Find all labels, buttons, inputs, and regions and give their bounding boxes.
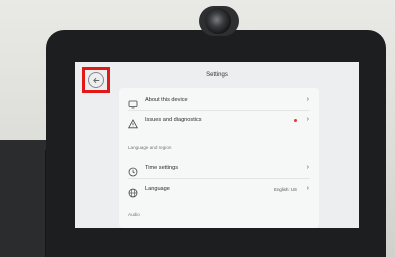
divider xyxy=(128,110,310,111)
chevron-right-icon: › xyxy=(306,116,309,123)
divider xyxy=(128,178,310,179)
language-value: English: US xyxy=(274,187,297,192)
back-button[interactable] xyxy=(82,67,110,93)
settings-item-diagnostics[interactable]: Issues and diagnostics › xyxy=(119,112,319,130)
page-title: Settings xyxy=(206,72,228,78)
camera-lens xyxy=(205,8,231,34)
settings-item-about[interactable]: About this device › xyxy=(119,92,319,110)
device-screen: Settings About this device › Issues and … xyxy=(75,62,359,228)
settings-item-time[interactable]: Time settings › xyxy=(119,160,319,178)
globe-icon xyxy=(128,185,138,198)
chevron-right-icon: › xyxy=(306,185,309,192)
settings-item-label: Language xyxy=(145,186,170,192)
section-header-language-region: Language and region xyxy=(128,145,172,150)
warning-icon xyxy=(128,116,138,129)
alert-dot xyxy=(294,119,297,122)
chevron-right-icon: › xyxy=(306,164,309,171)
chevron-right-icon: › xyxy=(306,96,309,103)
settings-item-label: Issues and diagnostics xyxy=(145,117,202,123)
section-header-audio: Audio xyxy=(128,212,140,217)
settings-item-label: Time settings xyxy=(145,165,179,171)
settings-item-label: About this device xyxy=(145,97,188,103)
settings-panel: About this device › Issues and diagnosti… xyxy=(119,88,319,228)
monitor-icon xyxy=(128,96,138,109)
settings-item-language[interactable]: Language English: US › xyxy=(119,181,319,199)
clock-icon xyxy=(128,164,138,177)
